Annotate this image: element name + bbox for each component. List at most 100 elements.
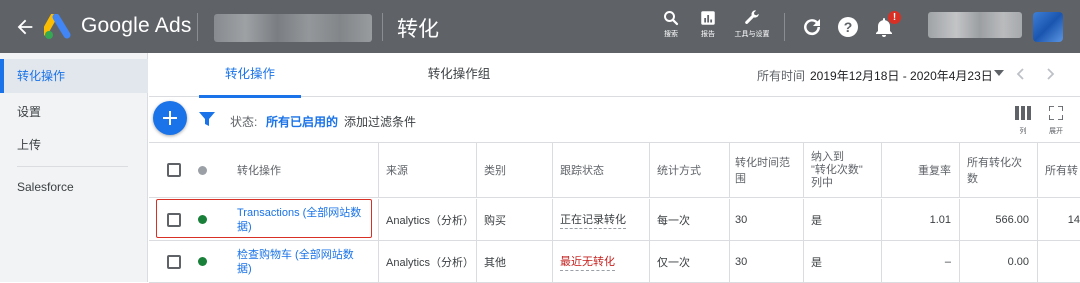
account-selector[interactable]	[214, 14, 372, 42]
header-include-line-3: 列中	[811, 176, 833, 189]
column-divider	[959, 241, 960, 282]
filter-icon[interactable]	[199, 112, 215, 126]
status-header-cell	[192, 143, 214, 197]
sidebar-divider	[17, 166, 128, 167]
column-divider	[729, 241, 730, 282]
enabled-status-dot-icon	[198, 215, 207, 224]
row-select-cell	[161, 199, 187, 240]
add-filter-link[interactable]: 添加过滤条件	[344, 113, 416, 130]
column-divider	[881, 241, 882, 282]
column-divider	[881, 143, 882, 197]
chevron-right-icon[interactable]	[1042, 65, 1058, 83]
column-divider	[1037, 199, 1038, 240]
header-include-in-conversions[interactable]: 纳入到 "转化次数" 列中	[805, 143, 881, 197]
tools-settings-button[interactable]: 工具与设置	[732, 9, 772, 39]
expand-label: 展开	[1049, 128, 1063, 135]
row-status-cell	[192, 199, 214, 240]
all-conversions-value-cell	[1039, 241, 1080, 282]
source-cell: Analytics（分析）	[386, 256, 475, 269]
expand-icon	[1048, 105, 1064, 121]
column-divider	[649, 241, 650, 282]
all-conversions-cell: 566.00	[995, 213, 1029, 226]
chevron-left-icon[interactable]	[1013, 65, 1029, 83]
select-all-cell	[161, 143, 187, 197]
help-icon[interactable]: ?	[836, 15, 860, 39]
divider	[784, 13, 785, 41]
add-conversion-button[interactable]	[153, 101, 187, 135]
status-filter-value[interactable]: 所有已启用的	[266, 113, 338, 130]
row-checkbox[interactable]	[167, 212, 181, 227]
tab-label: 转化操作组	[427, 67, 491, 81]
tab-bar: 转化操作 转化操作组 所有时间 2019年12月18日 - 2020年4月23日	[149, 53, 1080, 98]
repeat-rate-cell: 1.01	[929, 213, 951, 226]
enabled-status-dot-icon	[198, 257, 207, 266]
top-bar: Google Ads 转化 搜索 报告 工具与设置 ? !	[0, 0, 1080, 53]
bar-chart-icon	[701, 11, 715, 25]
reports-tool-button[interactable]: 报告	[688, 9, 728, 39]
header-all-conversions-value[interactable]: 所有转	[1039, 143, 1080, 197]
expand-button[interactable]: 展开	[1044, 105, 1068, 136]
column-divider	[552, 199, 553, 240]
avatar[interactable]	[1033, 12, 1063, 42]
back-arrow-icon[interactable]	[14, 16, 36, 38]
divider	[382, 13, 383, 41]
status-dot-header-icon	[198, 165, 207, 175]
category-cell: 购买	[484, 214, 506, 227]
header-repeat-rate[interactable]: 重复率	[883, 143, 957, 197]
category-cell: 其他	[484, 256, 506, 269]
repeat-rate-cell: –	[944, 255, 951, 268]
date-range-selector[interactable]: 2019年12月18日 - 2020年4月23日	[810, 67, 993, 84]
include-cell: 是	[811, 214, 822, 227]
header-category[interactable]: 类别	[478, 143, 550, 197]
column-divider	[552, 241, 553, 282]
sidebar-item-uploads[interactable]: 上传	[0, 128, 148, 162]
conversion-name-cell: 检查购物车 (全部网站数据)	[231, 241, 371, 282]
tracking-status-text[interactable]: 正在记录转化	[560, 211, 626, 229]
tools-settings-label: 工具与设置	[734, 31, 770, 38]
header-tracking-status[interactable]: 跟踪状态	[554, 143, 646, 197]
header-all-conversions[interactable]: 所有转化次数	[961, 143, 1035, 197]
conversion-window-cell: 30	[735, 213, 748, 226]
columns-label: 列	[1019, 128, 1027, 135]
sidebar-item-label: 上传	[17, 138, 42, 152]
column-divider	[959, 143, 960, 197]
count-cell: 每一次	[657, 214, 690, 227]
header-conversion-action[interactable]: 转化操作	[231, 143, 371, 197]
include-cell: 是	[811, 256, 822, 269]
header-source[interactable]: 来源	[380, 143, 472, 197]
wrench-icon	[745, 10, 759, 24]
column-divider	[881, 199, 882, 240]
table-row: Transactions (全部网站数据) Analytics（分析） 购买 正…	[149, 199, 1080, 241]
svg-text:?: ?	[844, 19, 853, 35]
conversion-name-link[interactable]: Transactions (全部网站数据)	[237, 206, 365, 234]
user-account-info[interactable]	[928, 12, 1022, 38]
table-header-row: 转化操作 来源 类别 跟踪状态 统计方式 转化时间范围 纳入到 "转化次数" 列…	[149, 142, 1080, 198]
header-conversion-window[interactable]: 转化时间范围	[731, 143, 803, 197]
row-status-cell	[192, 241, 214, 282]
search-icon	[664, 11, 679, 26]
tracking-status-text[interactable]: 最近无转化	[560, 253, 615, 271]
column-divider	[803, 199, 804, 240]
conversion-name-link[interactable]: 检查购物车 (全部网站数据)	[237, 248, 365, 276]
tab-conversion-actions[interactable]: 转化操作	[199, 53, 301, 98]
search-tool-button[interactable]: 搜索	[651, 9, 691, 39]
column-divider	[959, 199, 960, 240]
select-all-checkbox[interactable]	[167, 163, 181, 177]
column-divider	[649, 143, 650, 197]
columns-button[interactable]: 列	[1011, 106, 1035, 136]
columns-icon	[1015, 106, 1031, 120]
row-checkbox[interactable]	[167, 254, 181, 269]
table-row: 检查购物车 (全部网站数据) Analytics（分析） 其他 最近无转化 仅一…	[149, 241, 1080, 283]
sidebar-item-salesforce[interactable]: Salesforce	[0, 170, 148, 204]
sidebar-item-label: 设置	[17, 105, 42, 119]
reports-tool-label: 报告	[701, 31, 715, 38]
chevron-down-icon[interactable]	[994, 70, 1004, 76]
sidebar-item-conversion-actions[interactable]: 转化操作	[0, 59, 148, 93]
column-divider	[552, 143, 553, 197]
refresh-icon[interactable]	[800, 15, 824, 39]
column-divider	[378, 241, 379, 282]
column-divider	[1037, 143, 1038, 197]
tab-conversion-action-sets[interactable]: 转化操作组	[404, 53, 514, 97]
header-count[interactable]: 统计方式	[651, 143, 727, 197]
sidebar-item-settings[interactable]: 设置	[0, 95, 148, 129]
